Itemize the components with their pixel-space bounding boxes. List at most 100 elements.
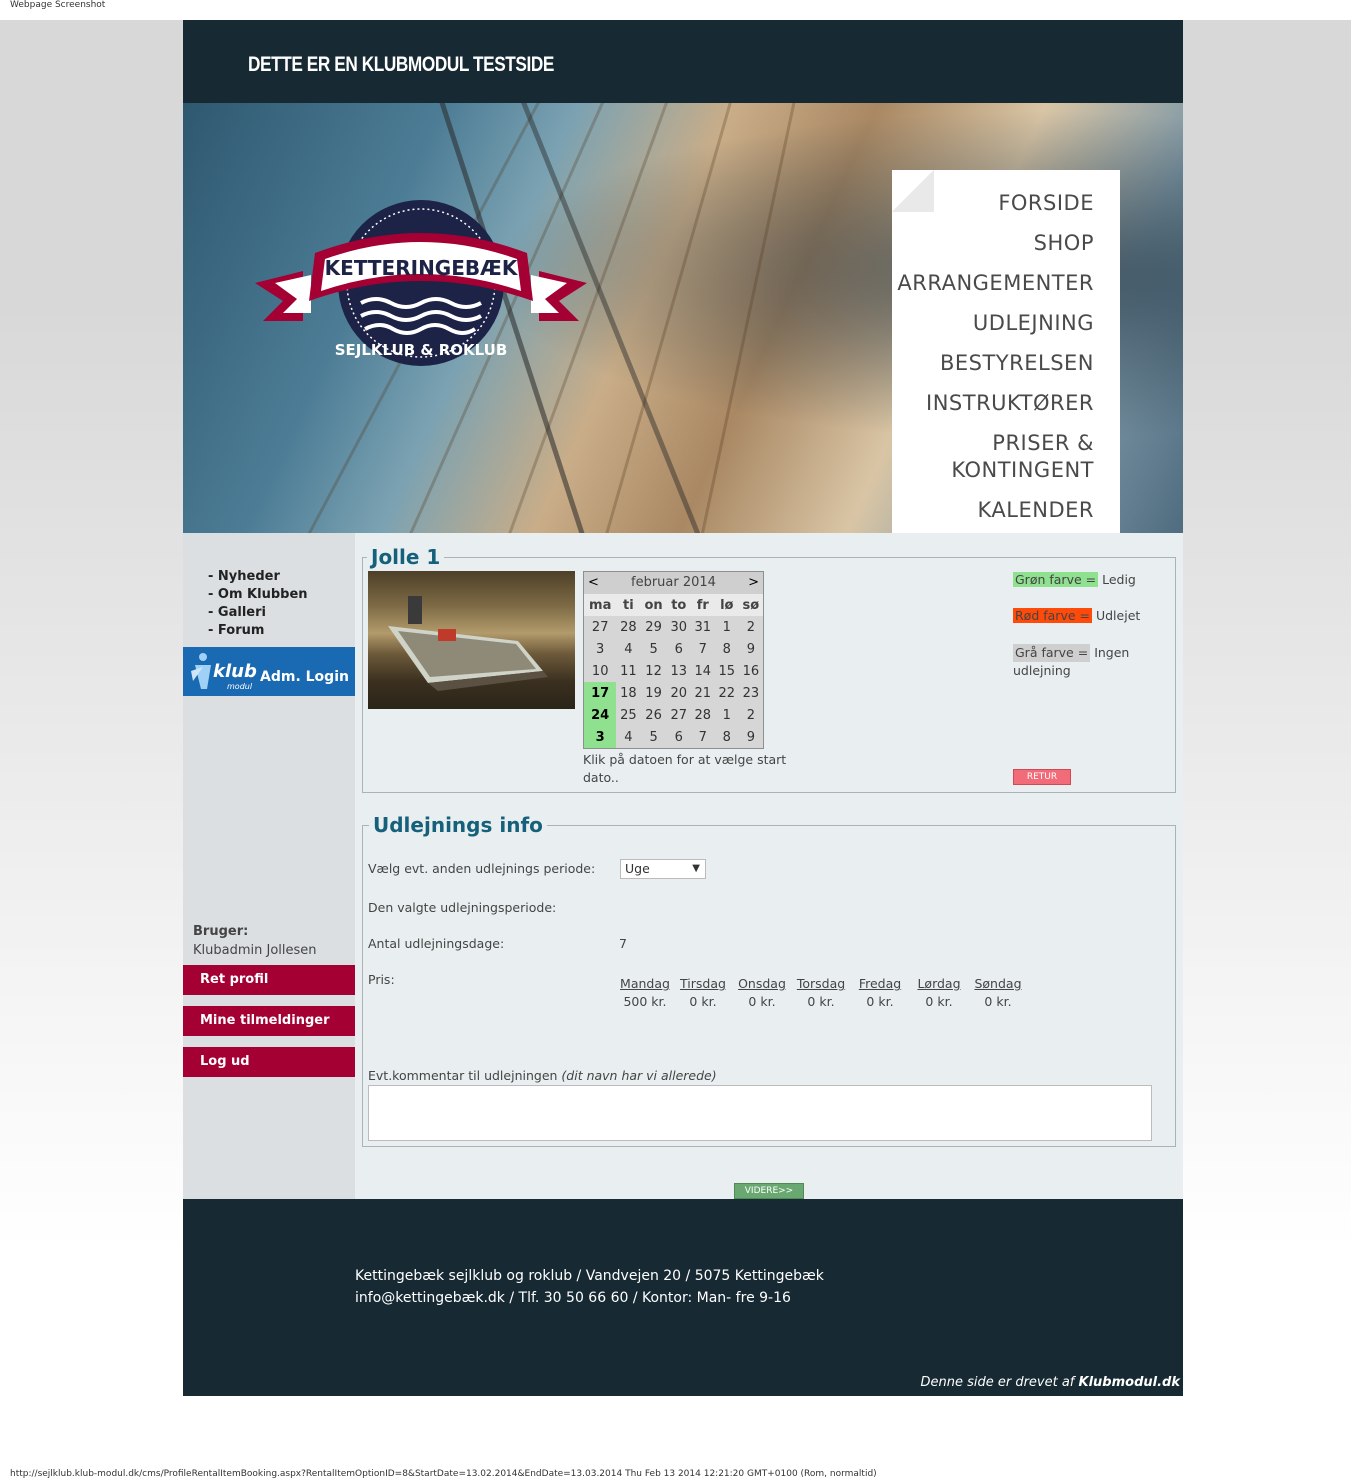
rental-days-label: Antal udlejningsdage: xyxy=(368,936,505,951)
comment-textarea[interactable] xyxy=(368,1085,1152,1141)
screenshot-caption: Webpage Screenshot xyxy=(0,0,1351,20)
adm-login-button[interactable]: klub modul Adm. Login xyxy=(183,647,355,696)
my-registrations-button[interactable]: Mine tilmeldinger xyxy=(183,1006,355,1036)
calendar-day: 2 xyxy=(746,707,756,723)
calendar-day: 14 xyxy=(694,663,712,679)
calendar-week: 24 25 26 27 28 1 2 xyxy=(584,704,763,726)
logout-button[interactable]: Log ud xyxy=(183,1047,355,1077)
logo-bottom-text: SEJLKLUB & ROKLUB xyxy=(335,341,508,359)
price-column: Mandag 500 kr. xyxy=(620,975,670,1011)
weekday-label: ma xyxy=(584,594,617,616)
calendar-day: 7 xyxy=(698,641,707,657)
price-label: Pris: xyxy=(368,972,395,987)
site-title: DETTE ER EN KLUBMODUL TESTSIDE xyxy=(248,53,554,76)
calendar-day: 28 xyxy=(620,619,637,635)
calendar-day: 27 xyxy=(670,707,688,723)
nav-kalender[interactable]: KALENDER xyxy=(978,497,1094,524)
calendar-header: < februar 2014 > xyxy=(584,572,763,594)
calendar-day: 5 xyxy=(649,641,658,657)
status-url: http://sejlklub.klub-modul.dk/cms/Profil… xyxy=(0,1469,1351,1483)
calendar-day: 23 xyxy=(742,685,760,701)
comment-label-hint: (dit navn har vi allerede) xyxy=(561,1068,717,1083)
comment-label: Evt.kommentar til udlejningen (dit navn … xyxy=(368,1068,717,1083)
availability-calendar: < februar 2014 > ma ti on to fr lø sø 27… xyxy=(583,571,764,749)
price-column: Torsdag 0 kr. xyxy=(796,975,846,1011)
footer-contact: info@kettingebæk.dk / Tlf. 30 50 66 60 /… xyxy=(355,1290,791,1306)
calendar-day: 1 xyxy=(722,619,731,635)
calendar-day-available[interactable]: 24 xyxy=(584,704,617,726)
calendar-day: 28 xyxy=(694,707,712,723)
weekday-label: sø xyxy=(738,594,763,616)
user-name: Klubadmin Jollesen xyxy=(193,943,317,958)
club-logo: KETTERINGEBÆK SEJLKLUB & ROKLUB xyxy=(255,200,587,366)
calendar-week: 3 4 5 6 7 8 9 xyxy=(584,726,763,748)
price-column: Onsdag 0 kr. xyxy=(737,975,787,1011)
rental-info-title: Udlejnings info xyxy=(369,813,547,837)
nav-kontingent[interactable]: KONTINGENT xyxy=(951,457,1094,484)
sidebar-link-om-klubben[interactable]: - Om Klubben xyxy=(208,587,308,602)
price-day: Torsdag xyxy=(796,976,846,991)
legend-grey-swatch: Grå farve = xyxy=(1013,644,1091,662)
calendar-next-button[interactable]: > xyxy=(748,575,759,590)
sidebar-link-nyheder[interactable]: - Nyheder xyxy=(208,569,280,584)
calendar-day: 19 xyxy=(645,685,662,701)
calendar-day: 16 xyxy=(742,663,760,679)
nav-udlejning[interactable]: UDLEJNING xyxy=(973,310,1094,337)
calendar-day: 22 xyxy=(718,685,736,701)
calendar-week: 17 18 19 20 21 22 23 xyxy=(584,682,763,704)
rental-days-value: 7 xyxy=(619,936,627,951)
price-value: 0 kr. xyxy=(689,994,717,1009)
weekday-label: on xyxy=(640,594,667,616)
period-select[interactable]: Uge ▼ xyxy=(620,859,706,879)
nav-shop[interactable]: SHOP xyxy=(1034,230,1094,257)
klubmodul-logo-text: klub xyxy=(213,661,257,682)
edit-profile-button[interactable]: Ret profil xyxy=(183,965,355,995)
calendar-week: 27 28 29 30 31 1 2 xyxy=(584,616,763,638)
deck-line xyxy=(657,103,806,533)
nav-arrangementer[interactable]: ARRANGEMENTER xyxy=(897,270,1094,297)
calendar-day: 7 xyxy=(698,729,707,745)
calendar-day: 9 xyxy=(746,729,756,745)
nav-bestyrelsen[interactable]: BESTYRELSEN xyxy=(940,350,1094,377)
legend-red-swatch: Rød farve = xyxy=(1013,608,1092,623)
calendar-day-available[interactable]: 3 xyxy=(584,726,617,748)
nav-priser[interactable]: PRISER & xyxy=(992,430,1094,457)
calendar-day: 10 xyxy=(591,663,609,679)
price-column: Fredag 0 kr. xyxy=(855,975,905,1011)
nav-forside[interactable]: FORSIDE xyxy=(998,190,1094,217)
calendar-day: 5 xyxy=(649,729,658,745)
legend-rented: Rød farve = Udlejet xyxy=(1013,608,1140,623)
sidebar-link-forum[interactable]: - Forum xyxy=(208,623,264,638)
user-label: Bruger: xyxy=(193,924,249,939)
continue-button[interactable]: VIDERE>> xyxy=(734,1183,804,1199)
powered-by-link[interactable]: Klubmodul.dk xyxy=(1079,1375,1180,1390)
powered-by: Denne side er drevet af Klubmodul.dk xyxy=(920,1375,1180,1390)
calendar-day: 6 xyxy=(674,729,683,745)
calendar-day: 31 xyxy=(694,619,712,635)
calendar-day: 3 xyxy=(596,641,605,657)
nav-instruktoerer[interactable]: INSTRUKTØRER xyxy=(926,390,1094,417)
site-footer: Kettingebæk sejlklub og roklub / Vandvej… xyxy=(183,1199,1183,1396)
calendar-weekdays: ma ti on to fr lø sø xyxy=(584,594,763,616)
nav-page-fold xyxy=(892,170,934,212)
calendar-day: 25 xyxy=(620,707,637,723)
price-value: 0 kr. xyxy=(984,994,1012,1009)
klubmodul-logo-sub: modul xyxy=(227,682,253,691)
footer-address: Kettingebæk sejlklub og roklub / Vandvej… xyxy=(355,1268,824,1284)
adm-login-label: Adm. Login xyxy=(260,669,349,685)
back-button[interactable]: RETUR xyxy=(1013,769,1071,785)
calendar-day: 12 xyxy=(645,663,662,679)
period-select-value: Uge xyxy=(625,861,650,876)
calendar-week: 10 11 12 13 14 15 16 xyxy=(584,660,763,682)
calendar-day: 4 xyxy=(624,729,633,745)
calendar-day: 2 xyxy=(746,619,756,635)
calendar-day: 27 xyxy=(591,619,609,635)
calendar-day: 18 xyxy=(620,685,637,701)
legend-green-swatch: Grøn farve = xyxy=(1013,572,1099,587)
calendar-day: 11 xyxy=(620,663,637,679)
calendar-week: 3 4 5 6 7 8 9 xyxy=(584,638,763,660)
sidebar-link-galleri[interactable]: - Galleri xyxy=(208,605,266,620)
calendar-day-available[interactable]: 17 xyxy=(584,682,617,704)
price-column: Lørdag 0 kr. xyxy=(914,975,964,1011)
price-value: 0 kr. xyxy=(807,994,835,1009)
